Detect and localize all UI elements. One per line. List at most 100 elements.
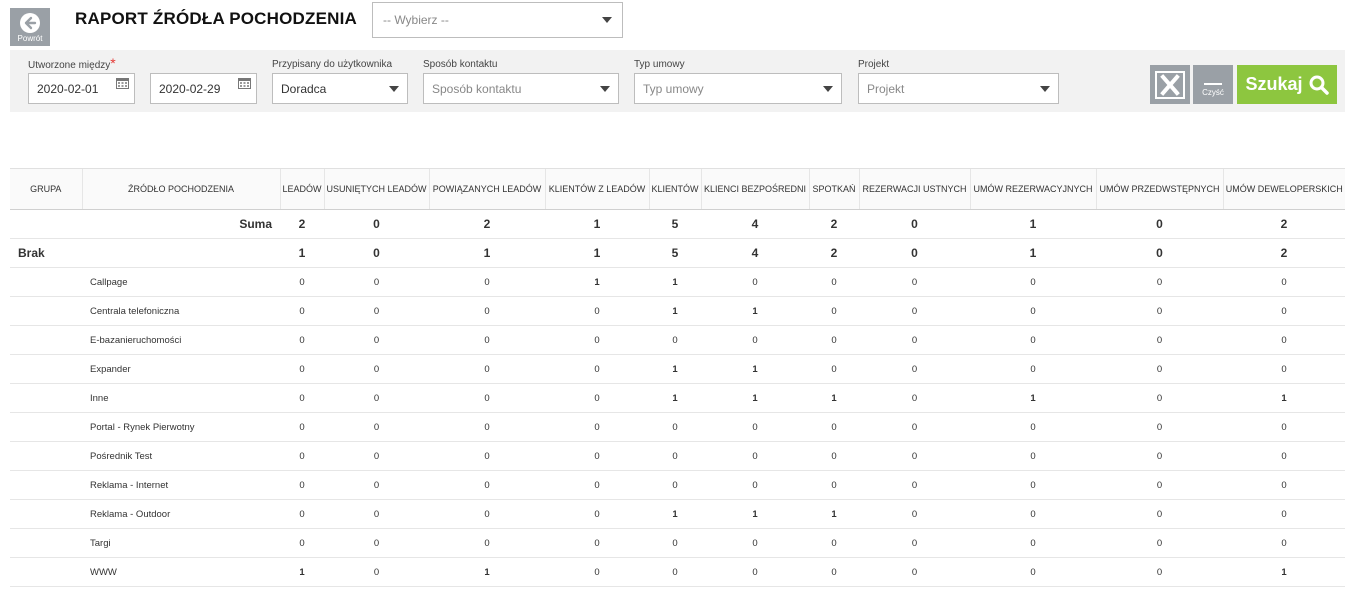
value-cell: 0 <box>324 557 429 587</box>
value-cell: 0 <box>859 354 970 384</box>
value-cell: 1 <box>701 383 809 413</box>
date-from-value: 2020-02-01 <box>37 81 99 96</box>
value-cell: 0 <box>701 441 809 471</box>
value-cell: 0 <box>859 528 970 558</box>
value-cell: 0 <box>649 557 701 587</box>
value-cell: 0 <box>859 499 970 529</box>
column-header-direct-clients: KLIENCI BEZPOŚREDNI <box>700 168 809 210</box>
value-cell: 0 <box>859 383 970 413</box>
value-cell: 0 <box>429 499 545 529</box>
assigned-user-select[interactable]: Doradca <box>272 73 408 104</box>
value-cell: 0 <box>429 528 545 558</box>
project-value: Projekt <box>867 81 905 96</box>
value-cell: 0 <box>545 325 649 355</box>
group-cell-empty <box>10 383 82 413</box>
value-cell: 0 <box>429 325 545 355</box>
value-cell: 0 <box>1096 267 1223 297</box>
value-cell: 0 <box>324 441 429 471</box>
value-cell: 0 <box>970 557 1096 587</box>
value-cell: 0 <box>429 267 545 297</box>
value-cell: 1 <box>649 383 701 413</box>
value-cell: 1 <box>701 499 809 529</box>
source-name: Inne <box>82 383 280 413</box>
value-cell: 0 <box>809 354 859 384</box>
group-cell: 5 <box>649 238 701 268</box>
value-cell: 0 <box>1096 528 1223 558</box>
column-header-reservation-contracts: UMÓW REZERWACYJNYCH <box>969 168 1096 210</box>
value-cell: 0 <box>280 499 324 529</box>
contract-type-select[interactable]: Typ umowy <box>634 73 842 104</box>
table-row: Targi 0 0 0 0 0 0 0 0 0 0 0 <box>10 528 1345 558</box>
group-cell: 4 <box>701 238 809 268</box>
contract-type-label: Typ umowy <box>634 59 685 70</box>
value-cell: 0 <box>1223 267 1345 297</box>
project-select[interactable]: Projekt <box>858 73 1059 104</box>
value-cell: 0 <box>429 354 545 384</box>
value-cell: 0 <box>545 470 649 500</box>
date-to-input[interactable]: 2020-02-29 <box>150 73 257 104</box>
arrow-left-icon <box>20 13 40 33</box>
value-cell: 0 <box>1223 325 1345 355</box>
created-between-label: Utworzone między* <box>28 55 116 71</box>
value-cell: 0 <box>859 470 970 500</box>
group-cell: 2 <box>1223 238 1345 268</box>
value-cell: 0 <box>545 441 649 471</box>
value-cell: 1 <box>1223 383 1345 413</box>
report-type-select[interactable]: -- Wybierz -- <box>372 2 623 38</box>
value-cell: 0 <box>970 354 1096 384</box>
value-cell: 0 <box>649 528 701 558</box>
group-name: Brak <box>10 238 82 268</box>
export-excel-button[interactable] <box>1150 65 1190 104</box>
group-cell-empty <box>10 325 82 355</box>
project-label: Projekt <box>858 59 890 70</box>
group-cell-empty <box>10 441 82 471</box>
table-row: Reklama - Outdoor 0 0 0 0 1 1 1 0 0 0 0 <box>10 499 1345 529</box>
group-cell: 1 <box>280 238 324 268</box>
search-button[interactable]: Szukaj <box>1237 65 1337 104</box>
chevron-down-icon <box>389 85 399 92</box>
value-cell: 0 <box>701 267 809 297</box>
minus-icon <box>1204 83 1222 85</box>
value-cell: 0 <box>324 296 429 326</box>
value-cell: 0 <box>649 441 701 471</box>
value-cell: 1 <box>1223 557 1345 587</box>
back-label: Powrót <box>17 34 43 43</box>
value-cell: 0 <box>701 325 809 355</box>
value-cell: 0 <box>970 412 1096 442</box>
value-cell: 0 <box>1223 470 1345 500</box>
value-cell: 0 <box>280 383 324 413</box>
value-cell: 0 <box>545 499 649 529</box>
sum-row: Suma 2 0 2 1 5 4 2 0 1 0 2 <box>10 209 1345 239</box>
value-cell: 0 <box>701 557 809 587</box>
contact-method-select[interactable]: Sposób kontaktu <box>423 73 619 104</box>
value-cell: 1 <box>545 267 649 297</box>
table-row: Expander 0 0 0 0 1 1 0 0 0 0 0 <box>10 354 1345 384</box>
value-cell: 0 <box>649 470 701 500</box>
calendar-icon[interactable] <box>238 78 251 89</box>
search-label: Szukaj <box>1245 74 1303 94</box>
column-header-source: ŹRÓDŁO POCHODZENIA <box>81 168 280 210</box>
value-cell: 0 <box>429 441 545 471</box>
value-cell: 0 <box>1223 412 1345 442</box>
value-cell: 0 <box>970 441 1096 471</box>
contact-method-label: Sposób kontaktu <box>423 59 498 70</box>
value-cell: 1 <box>970 383 1096 413</box>
value-cell: 0 <box>859 296 970 326</box>
back-button[interactable]: Powrót <box>10 8 50 46</box>
value-cell: 0 <box>701 528 809 558</box>
value-cell: 0 <box>649 325 701 355</box>
date-from-input[interactable]: 2020-02-01 <box>28 73 135 104</box>
value-cell: 0 <box>859 267 970 297</box>
group-cell-empty <box>10 296 82 326</box>
calendar-icon[interactable] <box>116 78 129 89</box>
source-name: Portal - Rynek Pierwotny <box>82 412 280 442</box>
source-name: Targi <box>82 528 280 558</box>
clear-button[interactable]: Czyść <box>1193 65 1233 104</box>
value-cell: 0 <box>1096 412 1223 442</box>
value-cell: 0 <box>970 267 1096 297</box>
group-cell: 1 <box>429 238 545 268</box>
table-row: E-bazanieruchomości 0 0 0 0 0 0 0 0 0 0 0 <box>10 325 1345 355</box>
value-cell: 0 <box>1096 441 1223 471</box>
value-cell: 0 <box>545 296 649 326</box>
value-cell: 0 <box>429 412 545 442</box>
